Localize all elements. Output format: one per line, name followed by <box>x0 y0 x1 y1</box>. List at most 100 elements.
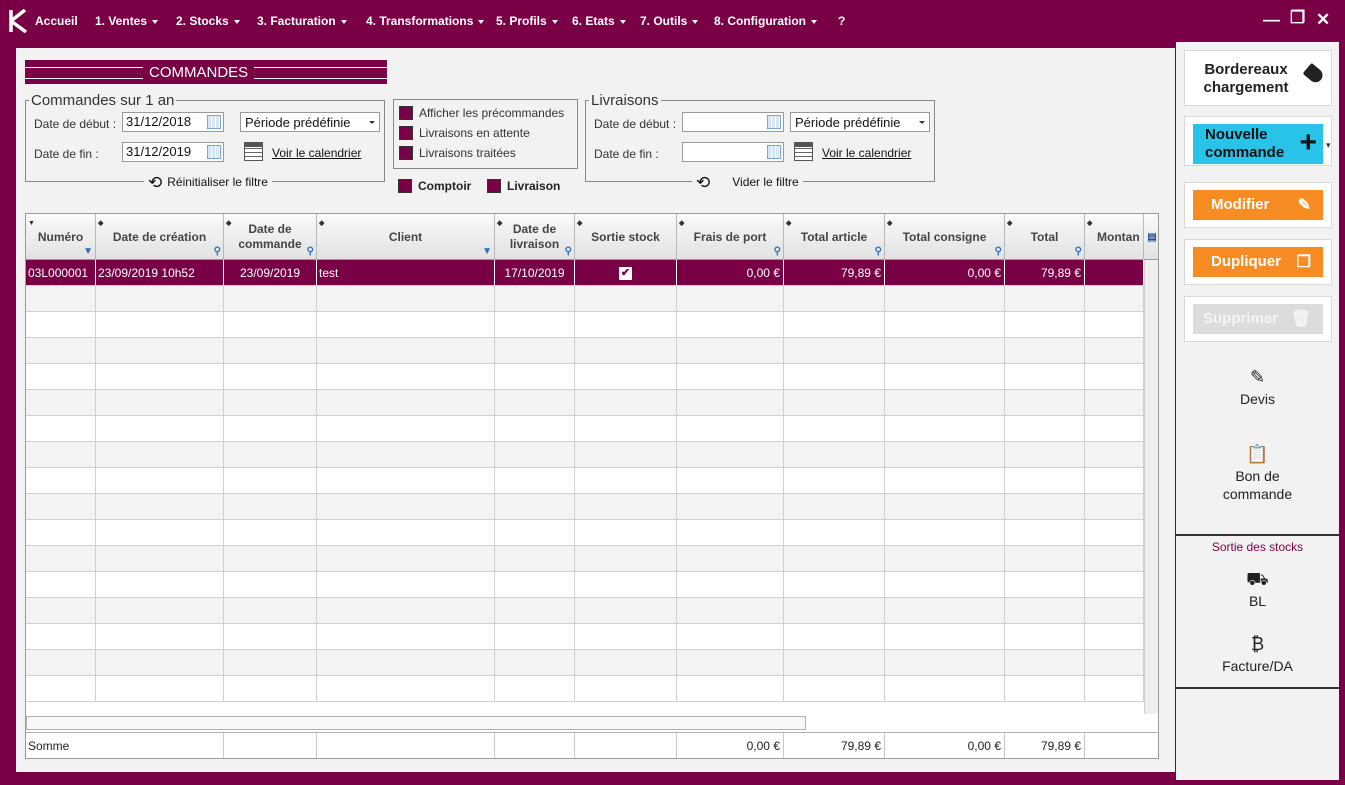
empty-row <box>26 442 1144 468</box>
menu-stocks[interactable]: 2. Stocks <box>176 14 240 28</box>
empty-row <box>26 572 1144 598</box>
bl-link[interactable]: ⛟ BL <box>1176 570 1339 610</box>
reset-icon: ⟲ <box>696 173 711 192</box>
empty-row <box>26 468 1144 494</box>
empty-row <box>26 624 1144 650</box>
orders-period-select[interactable]: Période prédéfinie <box>240 112 380 132</box>
modify-button[interactable]: Modifier ✎ <box>1193 190 1323 220</box>
vertical-scrollbar[interactable] <box>1144 260 1158 714</box>
date-picker-icon[interactable] <box>207 115 221 129</box>
filter-icon[interactable]: ▼ <box>83 244 93 259</box>
menu-accueil[interactable]: Accueil <box>35 14 78 28</box>
livraison-checkbox[interactable]: Livraison <box>487 179 560 193</box>
col-date-commande[interactable]: ◆ Date de commande ⚲ <box>224 214 317 260</box>
empty-row <box>26 676 1144 702</box>
deliveries-filter-group: Livraisons <box>585 92 935 182</box>
bon-commande-link[interactable]: 📋 Bon de commande <box>1176 445 1339 503</box>
orders-reset-button[interactable]: ⟲ Réinitialiser le filtre <box>144 173 272 193</box>
attente-checkbox[interactable]: Livraisons en attente <box>399 126 530 140</box>
menu-etats[interactable]: 6. Etats <box>572 14 626 28</box>
search-icon[interactable]: ⚲ <box>774 244 781 259</box>
search-icon[interactable]: ⚲ <box>307 244 314 259</box>
date-picker-icon[interactable] <box>767 115 781 129</box>
devis-link[interactable]: ✎ Devis <box>1176 368 1339 408</box>
orders-calendar-link[interactable]: Voir le calendrier <box>272 146 361 160</box>
empty-row <box>26 390 1144 416</box>
menu-configuration[interactable]: 8. Configuration <box>714 14 817 28</box>
orders-start-date-input[interactable]: 31/12/2018 <box>122 112 224 132</box>
col-total-article[interactable]: ◆ Total article ⚲ <box>784 214 885 260</box>
empty-row <box>26 650 1144 676</box>
col-total-consigne[interactable]: ◆ Total consigne ⚲ <box>885 214 1005 260</box>
sum-row: Somme 0,00 € 79,89 € 0,00 € 79,89 € <box>26 732 1158 758</box>
col-date-creation[interactable]: ◆ Date de création ⚲ <box>96 214 224 260</box>
table-row[interactable]: 03L000001 23/09/2019 10h52 23/09/2019 te… <box>26 260 1144 286</box>
filter-icon[interactable]: ▼ <box>482 244 492 259</box>
deliveries-calendar-link[interactable]: Voir le calendrier <box>822 146 911 160</box>
empty-row <box>26 546 1144 572</box>
new-order-button[interactable]: Nouvelle commande + <box>1193 124 1323 164</box>
date-picker-icon[interactable] <box>207 145 221 159</box>
close-icon[interactable]: ✕ <box>1316 10 1330 30</box>
col-numero[interactable]: ▼ Numéro ▼ <box>26 214 96 260</box>
orders-end-date-input[interactable]: 31/12/2019 <box>122 142 224 162</box>
menu-transformations[interactable]: 4. Transformations <box>366 14 485 28</box>
logo-k-icon <box>9 9 28 33</box>
col-date-livraison[interactable]: ◆ Date de livraison ⚲ <box>495 214 575 260</box>
facture-link[interactable]: ₿ Facture/DA <box>1176 635 1339 675</box>
deliveries-start-date-input[interactable] <box>682 112 784 132</box>
col-sortie-stock[interactable]: ◆ Sortie stock <box>575 214 677 260</box>
search-icon[interactable]: ⚲ <box>875 244 882 259</box>
date-picker-icon[interactable] <box>767 145 781 159</box>
deliveries-filter-legend: Livraisons <box>591 92 659 109</box>
horizontal-scrollbar[interactable] <box>26 716 806 730</box>
chevron-down-icon <box>369 121 375 124</box>
empty-row <box>26 416 1144 442</box>
search-icon[interactable]: ⚲ <box>565 244 572 259</box>
col-total[interactable]: ◆ Total ⚲ <box>1005 214 1085 260</box>
tag-icon <box>1302 62 1326 86</box>
menu-facturation[interactable]: 3. Facturation <box>257 14 347 28</box>
search-icon[interactable]: ⚲ <box>995 244 1002 259</box>
col-client[interactable]: ◆ Client ▼ <box>317 214 495 260</box>
bordereaux-button[interactable]: Bordereaux chargement <box>1184 50 1332 106</box>
orders-start-label: Date de début : <box>34 117 117 131</box>
comptoir-checkbox[interactable]: Comptoir <box>398 179 471 193</box>
page-title-bar: COMMANDES <box>25 60 387 84</box>
chevron-down-icon[interactable]: ▾ <box>1326 140 1331 151</box>
delete-button[interactable]: Supprimer 🗑 <box>1193 304 1323 334</box>
calendar-icon[interactable] <box>244 142 263 161</box>
menu-profils[interactable]: 5. Profils <box>496 14 558 28</box>
search-icon[interactable]: ⚲ <box>1075 244 1082 259</box>
deliveries-reset-button[interactable]: ⟲ Vider le filtre <box>692 173 803 193</box>
duplicate-button[interactable]: Dupliquer ❐ <box>1193 247 1323 277</box>
minimize-icon[interactable]: — <box>1263 10 1280 30</box>
search-icon[interactable]: ⚲ <box>214 244 221 259</box>
bitcoin-icon: ₿ <box>1250 634 1265 654</box>
sortie-stock-checkbox[interactable]: ✔ <box>575 260 677 285</box>
col-frais-port[interactable]: ◆ Frais de port ⚲ <box>677 214 784 260</box>
menu-bar: Accueil 1. Ventes 2. Stocks 3. Facturati… <box>0 0 1345 42</box>
copy-icon: ❐ <box>1296 254 1311 271</box>
deliveries-end-date-input[interactable] <box>682 142 784 162</box>
right-sidebar: Bordereaux chargement Nouvelle commande … <box>1176 42 1339 780</box>
col-montant[interactable]: ◆ Montan <box>1085 214 1144 260</box>
column-chooser-icon[interactable]: ▤ <box>1144 214 1158 260</box>
plus-icon: + <box>1299 126 1317 159</box>
deliveries-period-select[interactable]: Période prédéfinie <box>790 112 930 132</box>
traitees-checkbox[interactable]: Livraisons traitées <box>399 146 516 160</box>
divider <box>1176 687 1339 689</box>
empty-row <box>26 598 1144 624</box>
maximize-icon[interactable]: ❐ <box>1290 8 1305 28</box>
main-panel: COMMANDES Commandes sur 1 an Date de déb… <box>16 48 1175 772</box>
menu-outils[interactable]: 7. Outils <box>640 14 699 28</box>
page-title: COMMANDES <box>143 64 255 81</box>
stock-section-title: Sortie des stocks <box>1211 540 1304 554</box>
chevron-down-icon <box>919 121 925 124</box>
reset-icon: ⟲ <box>148 173 163 192</box>
trash-icon: 🗑 <box>1290 311 1311 328</box>
precommandes-checkbox[interactable]: Afficher les précommandes <box>399 106 564 120</box>
menu-ventes[interactable]: 1. Ventes <box>95 14 159 28</box>
calendar-icon[interactable] <box>794 142 813 161</box>
menu-help[interactable]: ? <box>838 14 845 28</box>
